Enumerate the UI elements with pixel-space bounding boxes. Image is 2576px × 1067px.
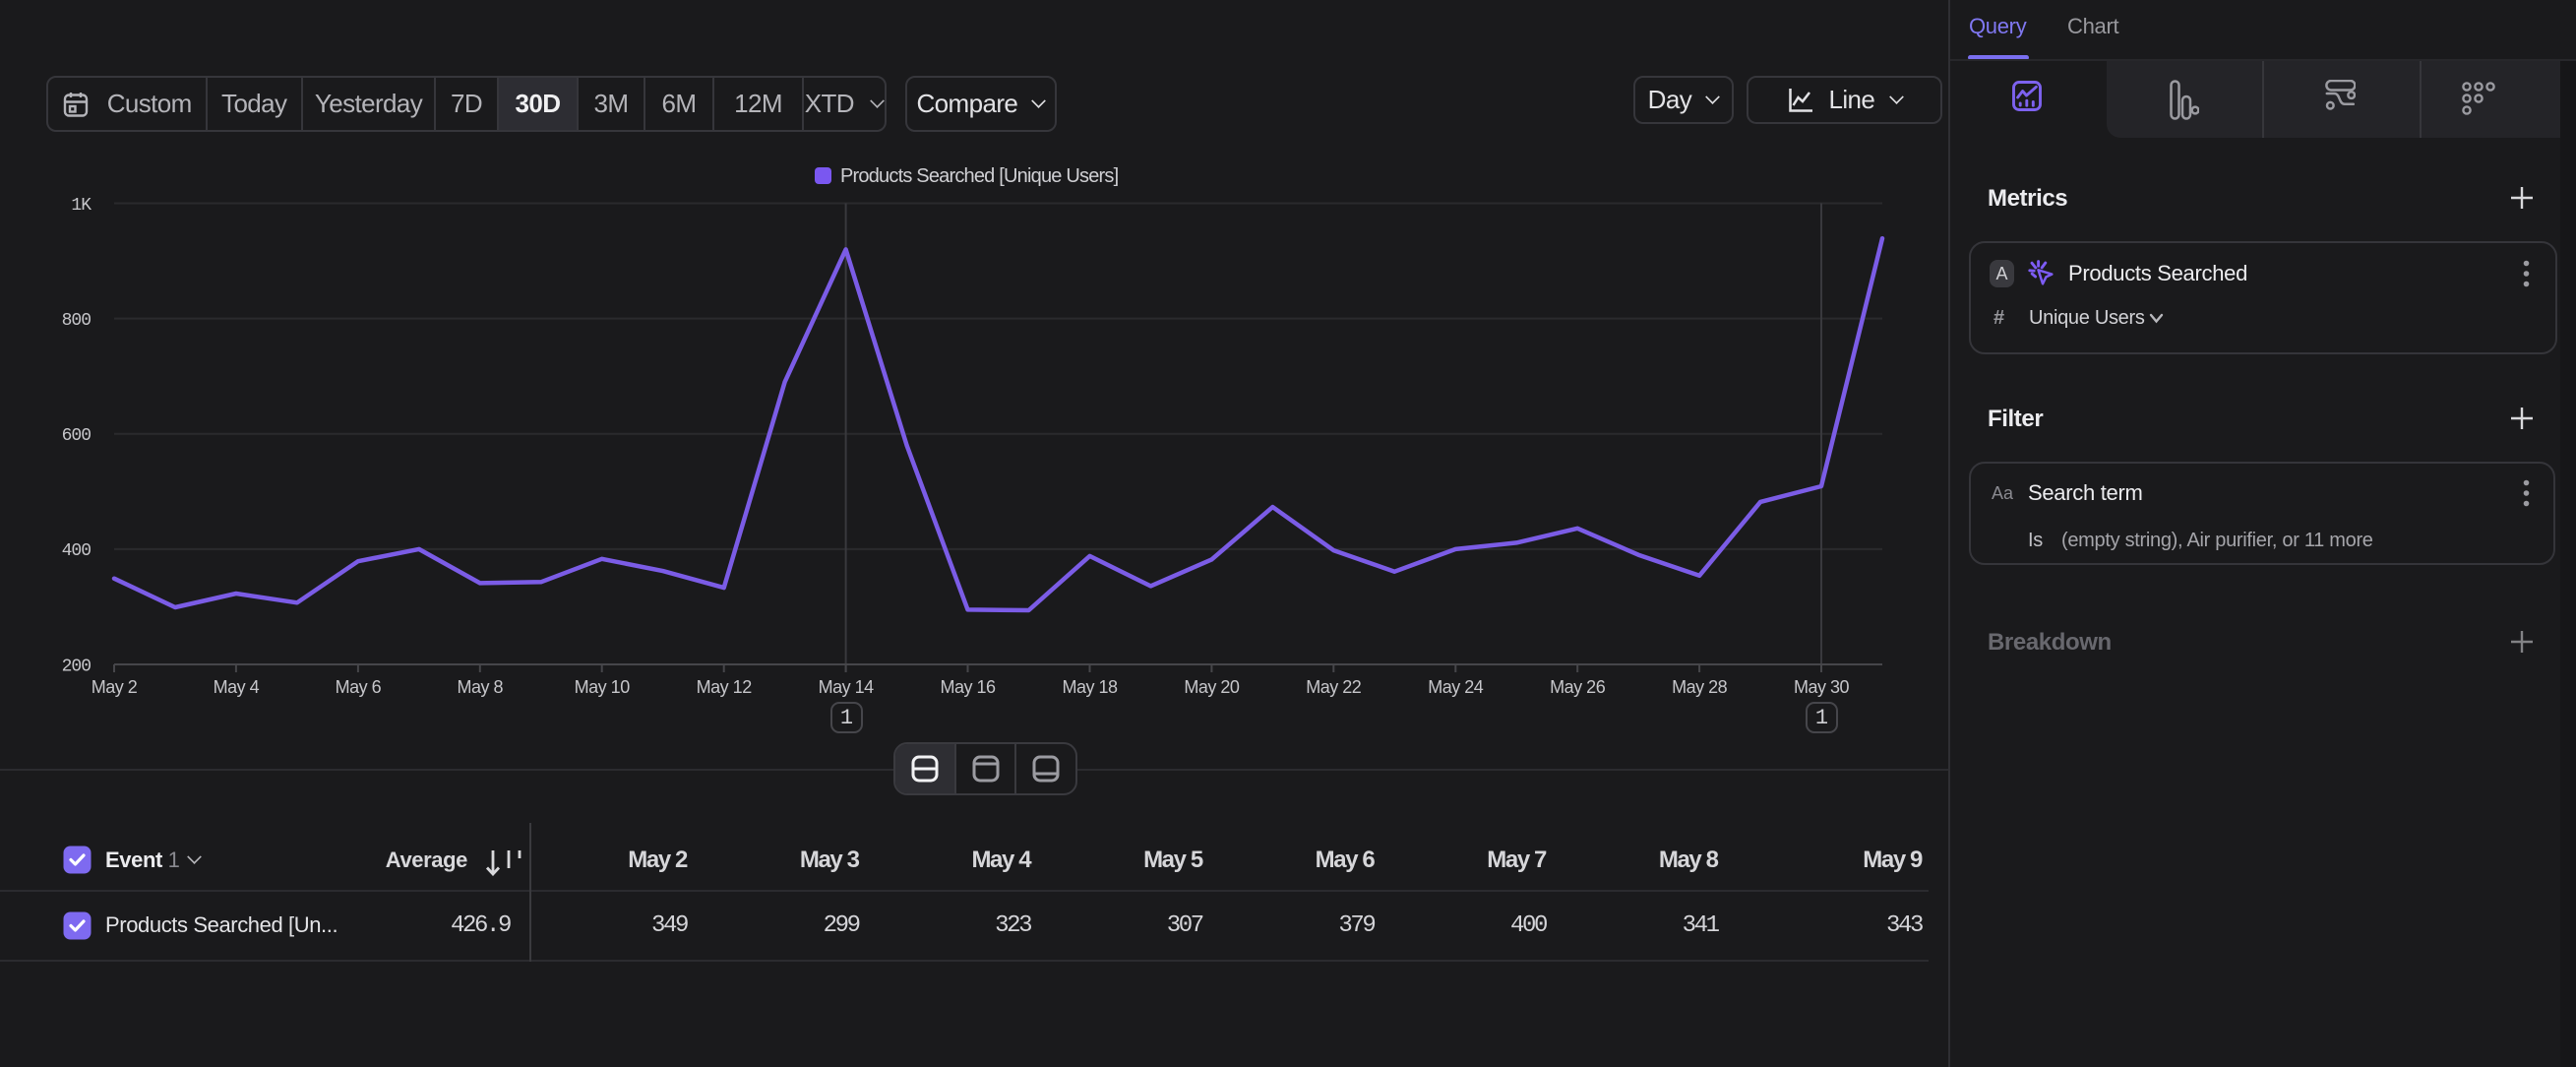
svg-text:May 4: May 4 xyxy=(214,677,260,697)
svg-text:May 18: May 18 xyxy=(1062,677,1118,697)
svg-text:May 14: May 14 xyxy=(819,677,875,697)
svg-text:May 6: May 6 xyxy=(336,677,382,697)
svg-text:May 10: May 10 xyxy=(575,677,631,697)
svg-text:May 30: May 30 xyxy=(1794,677,1850,697)
svg-text:400: 400 xyxy=(62,541,92,561)
svg-text:May 12: May 12 xyxy=(697,677,753,697)
svg-text:200: 200 xyxy=(62,658,92,677)
svg-text:May 24: May 24 xyxy=(1428,677,1484,697)
svg-text:May 26: May 26 xyxy=(1550,677,1606,697)
svg-text:800: 800 xyxy=(62,311,92,331)
svg-text:May 28: May 28 xyxy=(1672,677,1728,697)
svg-text:1K: 1K xyxy=(71,196,92,216)
svg-text:600: 600 xyxy=(62,426,92,446)
svg-text:May 2: May 2 xyxy=(92,677,138,697)
svg-text:May 22: May 22 xyxy=(1306,677,1362,697)
svg-text:May 20: May 20 xyxy=(1184,677,1240,697)
svg-text:May 8: May 8 xyxy=(458,677,504,697)
svg-text:May 16: May 16 xyxy=(940,677,996,697)
